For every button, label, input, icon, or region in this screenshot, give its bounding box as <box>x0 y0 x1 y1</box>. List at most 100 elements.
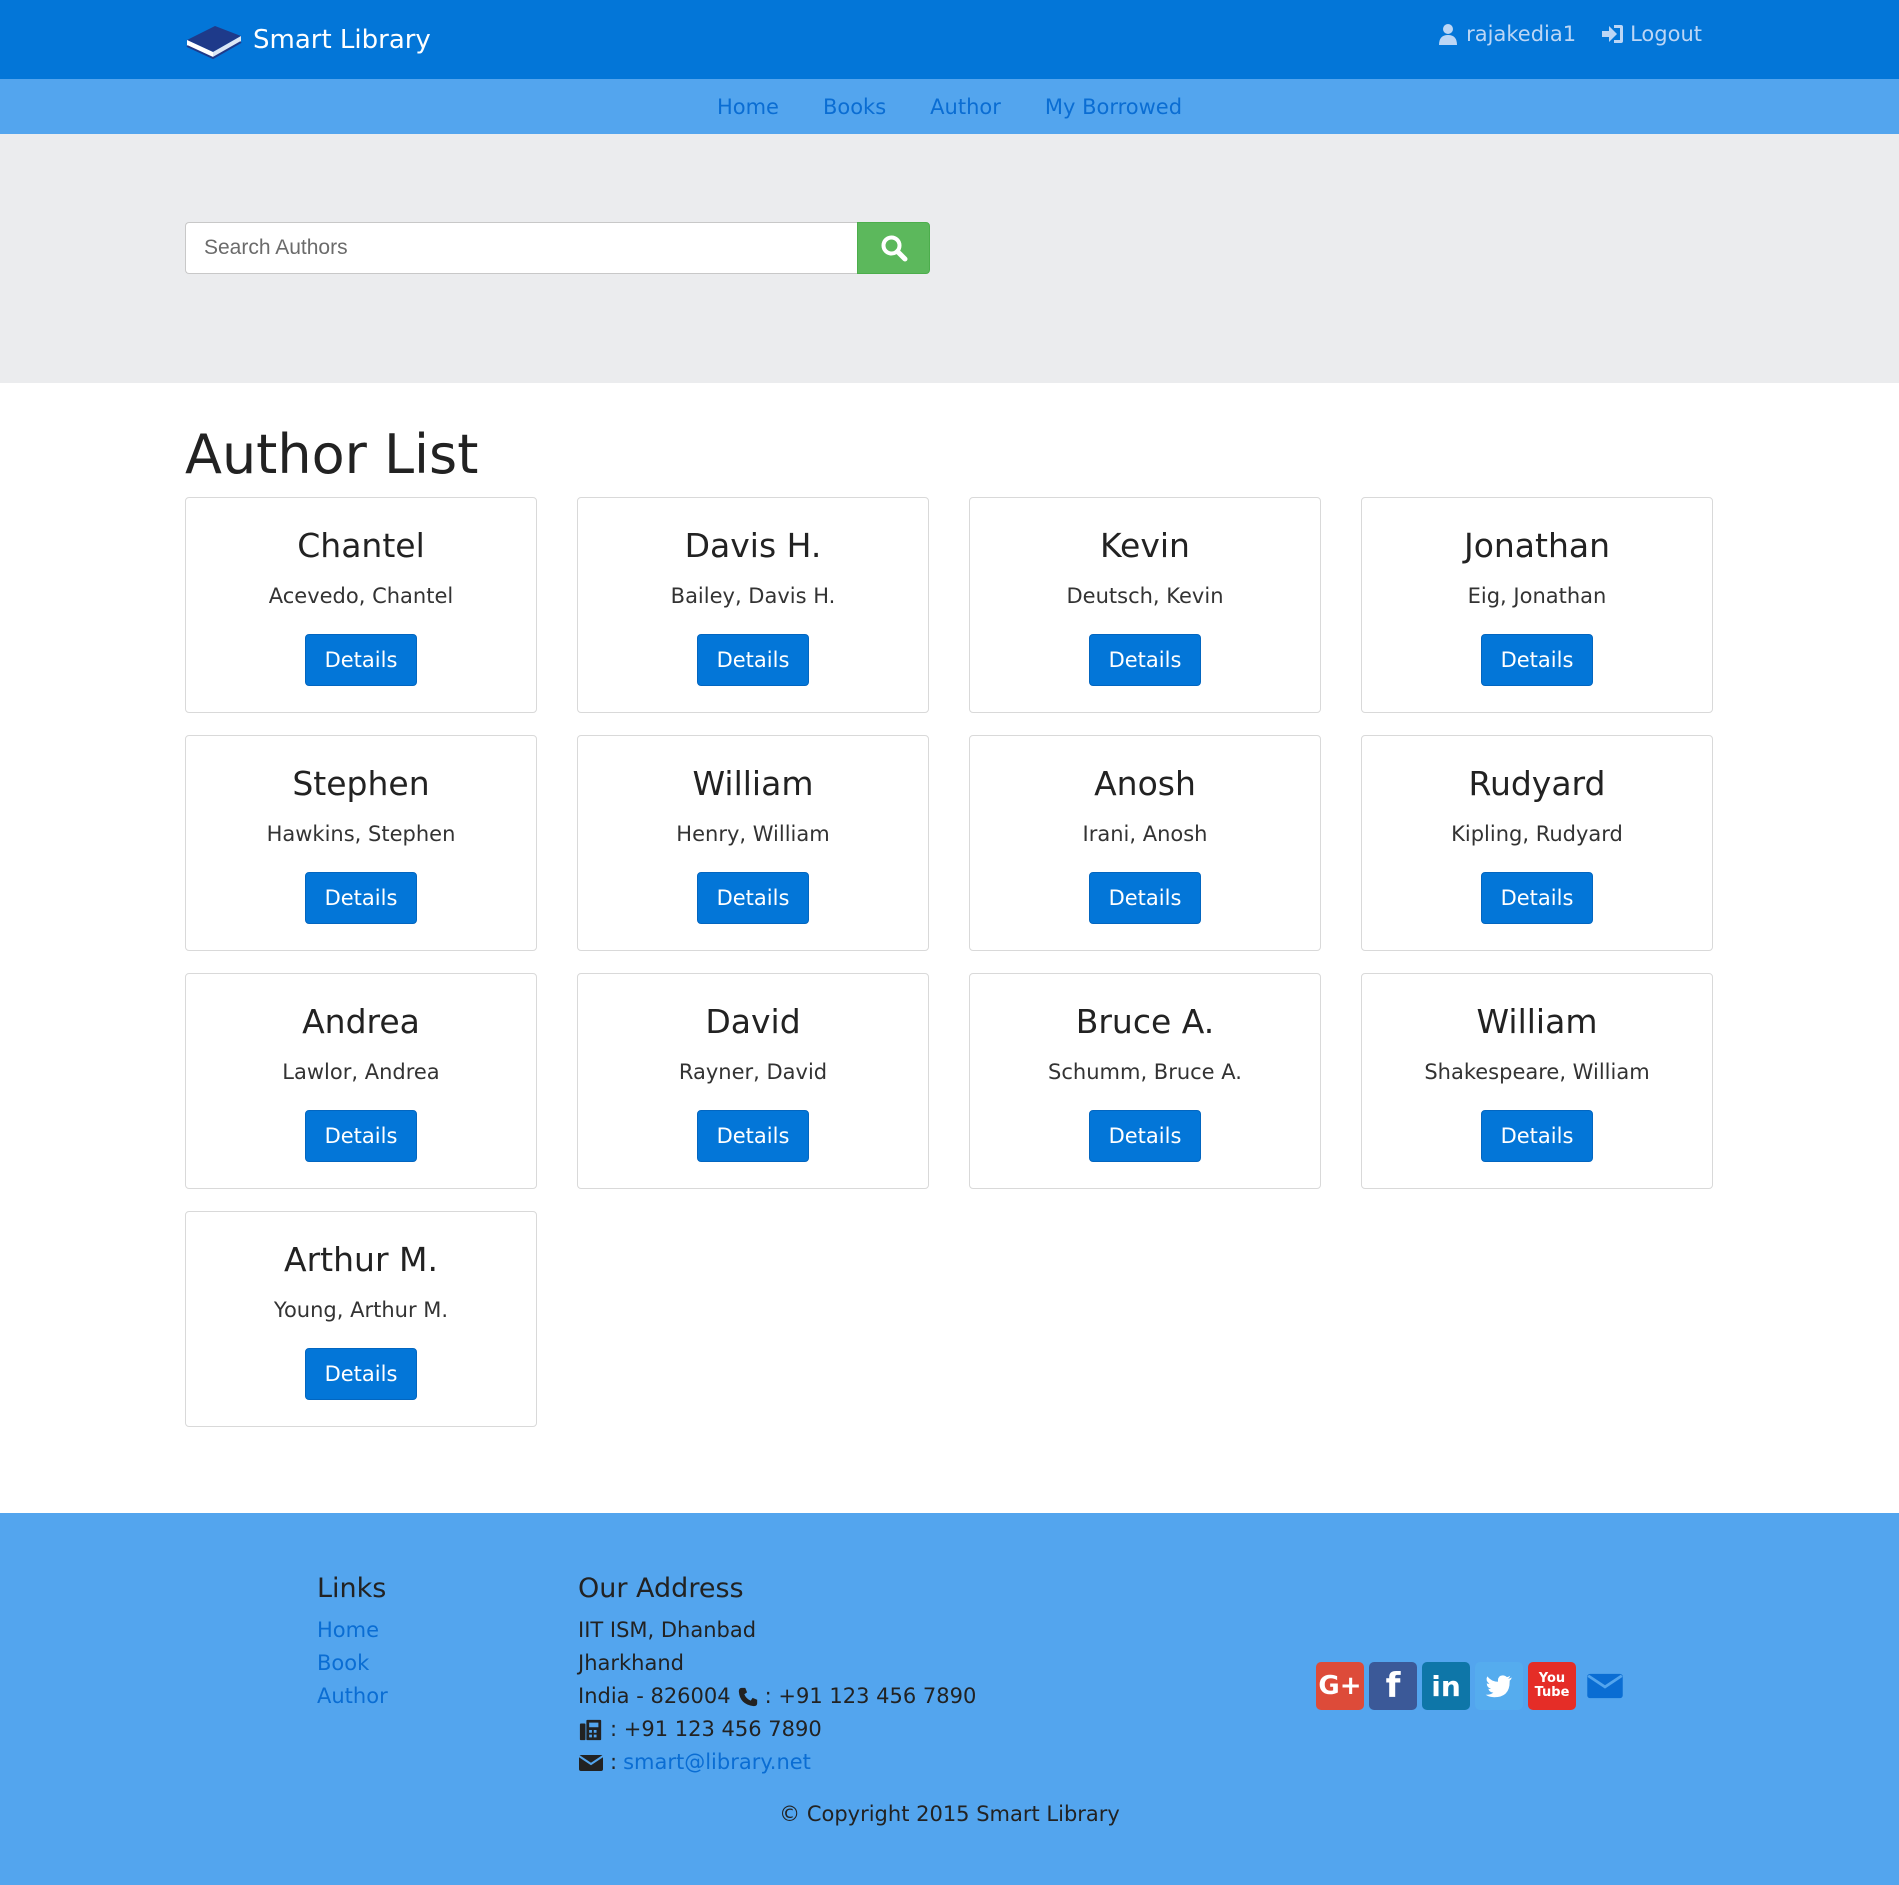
secondary-nav: Home Books Author My Borrowed <box>0 79 1899 134</box>
author-card: Davis H. Bailey, Davis H. Details <box>577 497 929 713</box>
author-first-name: William <box>692 764 814 803</box>
author-first-name: Andrea <box>302 1002 420 1041</box>
author-card: William Shakespeare, William Details <box>1361 973 1713 1189</box>
search-input[interactable] <box>185 222 857 274</box>
author-first-name: David <box>705 1002 801 1041</box>
details-button[interactable]: Details <box>697 872 809 924</box>
twitter-icon[interactable] <box>1475 1662 1523 1710</box>
details-button[interactable]: Details <box>305 634 417 686</box>
footer: Links Home Book Author Our Address IIT I… <box>0 1513 1899 1885</box>
details-button[interactable]: Details <box>1089 872 1201 924</box>
author-card: Bruce A. Schumm, Bruce A. Details <box>969 973 1321 1189</box>
phone-icon <box>738 1687 757 1706</box>
author-card: Stephen Hawkins, Stephen Details <box>185 735 537 951</box>
details-button[interactable]: Details <box>1481 634 1593 686</box>
linkedin-icon[interactable]: in <box>1422 1662 1470 1710</box>
author-full-name: Henry, William <box>676 822 830 846</box>
social-icons: G+ f in You Tube <box>1316 1662 1629 1710</box>
email-link[interactable]: smart@library.net <box>623 1746 811 1779</box>
brand-name: Smart Library <box>253 25 431 55</box>
author-card: David Rayner, David Details <box>577 973 929 1189</box>
author-full-name: Acevedo, Chantel <box>268 584 454 608</box>
nav-my-borrowed[interactable]: My Borrowed <box>1045 95 1182 119</box>
email-line: : smart@library.net <box>578 1746 976 1779</box>
details-button[interactable]: Details <box>1089 1110 1201 1162</box>
fax-icon <box>579 1719 602 1740</box>
footer-link-book[interactable]: Book <box>317 1647 388 1680</box>
google-plus-icon[interactable]: G+ <box>1316 1662 1364 1710</box>
author-first-name: Anosh <box>1094 764 1196 803</box>
author-first-name: William <box>1476 1002 1598 1041</box>
author-full-name: Kipling, Rudyard <box>1451 822 1623 846</box>
details-button[interactable]: Details <box>1481 1110 1593 1162</box>
author-card: Kevin Deutsch, Kevin Details <box>969 497 1321 713</box>
envelope-glyph <box>1587 1673 1623 1699</box>
top-navbar: Smart Library rajakedia1 Logout <box>0 0 1899 79</box>
details-button[interactable]: Details <box>305 1110 417 1162</box>
logout-label: Logout <box>1630 22 1702 46</box>
sign-in-icon <box>1602 25 1624 43</box>
logout-link[interactable]: Logout <box>1600 22 1702 46</box>
author-grid: Chantel Acevedo, Chantel Details Davis H… <box>185 497 1715 1427</box>
author-first-name: Rudyard <box>1468 764 1606 803</box>
book-logo-icon <box>186 26 242 60</box>
facebook-icon[interactable]: f <box>1369 1662 1417 1710</box>
details-button[interactable]: Details <box>697 634 809 686</box>
details-button[interactable]: Details <box>305 872 417 924</box>
details-button[interactable]: Details <box>1481 872 1593 924</box>
author-card: William Henry, William Details <box>577 735 929 951</box>
footer-link-home[interactable]: Home <box>317 1614 388 1647</box>
author-card: Jonathan Eig, Jonathan Details <box>1361 497 1713 713</box>
author-card: Chantel Acevedo, Chantel Details <box>185 497 537 713</box>
author-first-name: Jonathan <box>1463 526 1611 565</box>
author-first-name: Arthur M. <box>284 1240 438 1279</box>
details-button[interactable]: Details <box>305 1348 417 1400</box>
author-full-name: Lawlor, Andrea <box>282 1060 440 1084</box>
address-line: IIT ISM, Dhanbad <box>578 1614 976 1647</box>
youtube-icon[interactable]: You Tube <box>1528 1662 1576 1710</box>
author-full-name: Bailey, Davis H. <box>670 584 836 608</box>
nav-author[interactable]: Author <box>930 95 1001 119</box>
search-icon <box>881 235 907 262</box>
footer-links: Links Home Book Author <box>317 1573 388 1713</box>
fax-line: : +91 123 456 7890 <box>578 1713 976 1746</box>
user-profile-link[interactable]: rajakedia1 <box>1436 22 1576 46</box>
author-full-name: Young, Arthur M. <box>273 1298 449 1322</box>
author-card: Andrea Lawlor, Andrea Details <box>185 973 537 1189</box>
author-first-name: Davis H. <box>684 526 822 565</box>
author-first-name: Chantel <box>297 526 425 565</box>
author-full-name: Schumm, Bruce A. <box>1048 1060 1242 1084</box>
author-card: Rudyard Kipling, Rudyard Details <box>1361 735 1713 951</box>
search-section <box>0 134 1899 383</box>
copyright: © Copyright 2015 Smart Library <box>779 1802 1120 1826</box>
author-first-name: Bruce A. <box>1075 1002 1215 1041</box>
author-card: Arthur M. Young, Arthur M. Details <box>185 1211 537 1427</box>
envelope-icon[interactable] <box>1581 1662 1629 1710</box>
footer-address: Our Address IIT ISM, Dhanbad Jharkhand I… <box>578 1573 976 1779</box>
email-prefix: : <box>610 1750 618 1774</box>
author-full-name: Irani, Anosh <box>1082 822 1208 846</box>
user-icon <box>1439 24 1458 45</box>
twitter-bird-glyph <box>1485 1675 1512 1698</box>
details-button[interactable]: Details <box>697 1110 809 1162</box>
footer-link-author[interactable]: Author <box>317 1680 388 1713</box>
brand-link[interactable]: Smart Library <box>185 18 431 62</box>
details-button[interactable]: Details <box>1089 634 1201 686</box>
footer-links-title: Links <box>317 1573 387 1604</box>
username: rajakedia1 <box>1466 22 1577 46</box>
nav-home[interactable]: Home <box>717 95 779 119</box>
fax-number: : +91 123 456 7890 <box>610 1717 822 1741</box>
author-full-name: Hawkins, Stephen <box>266 822 456 846</box>
footer-address-title: Our Address <box>578 1573 744 1604</box>
page-title: Author List <box>185 423 479 486</box>
user-area: rajakedia1 Logout <box>1436 22 1702 46</box>
author-card: Anosh Irani, Anosh Details <box>969 735 1321 951</box>
envelope-icon <box>578 1754 604 1771</box>
search-button[interactable] <box>857 222 930 274</box>
nav-books[interactable]: Books <box>823 95 886 119</box>
author-full-name: Shakespeare, William <box>1424 1060 1650 1084</box>
address-line: Jharkhand <box>578 1647 976 1680</box>
address-line: India - 826004 : +91 123 456 7890 <box>578 1680 976 1713</box>
search-group <box>185 222 930 274</box>
author-first-name: Kevin <box>1100 526 1190 565</box>
